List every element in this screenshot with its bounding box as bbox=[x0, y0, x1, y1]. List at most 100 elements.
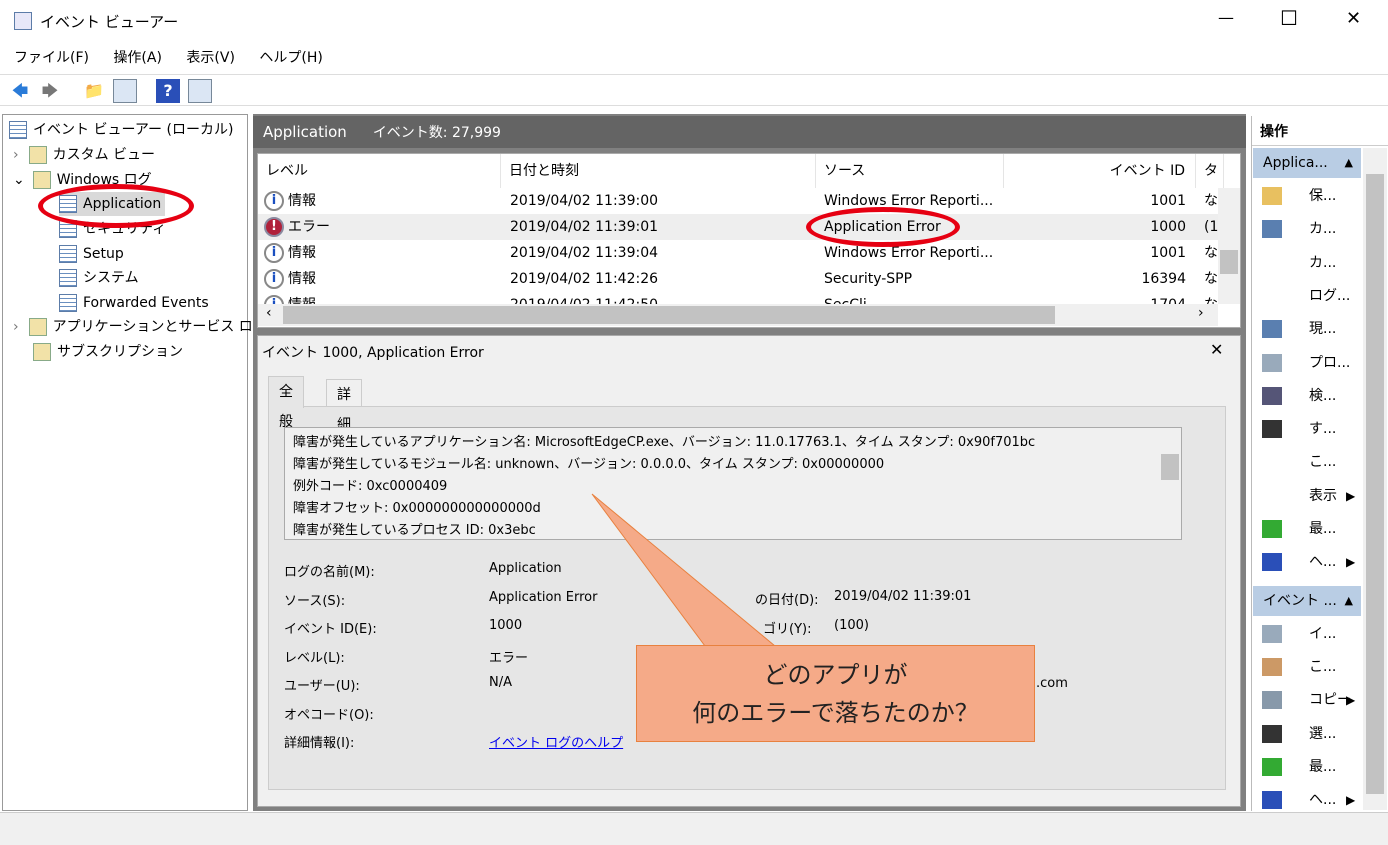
field-label: ログの名前(M): bbox=[284, 565, 375, 580]
action-item[interactable]: コピー ▶ bbox=[1262, 684, 1362, 717]
show-hide-action-icon[interactable] bbox=[188, 79, 212, 103]
menu-view[interactable]: 表示(V) bbox=[186, 50, 235, 66]
tree-item-system[interactable]: システム bbox=[59, 266, 139, 290]
scroll-left-icon[interactable]: ‹ bbox=[266, 305, 272, 321]
action-label: こ... bbox=[1309, 454, 1337, 471]
field-value-date: 2019/04/02 11:39:01 bbox=[834, 589, 972, 604]
tree-item-forwarded-events[interactable]: Forwarded Events bbox=[59, 291, 209, 315]
action-label: 保... bbox=[1309, 188, 1337, 204]
maximize-button[interactable]: ☐ bbox=[1280, 6, 1298, 30]
column-date[interactable]: 日付と時刻 bbox=[501, 154, 816, 188]
action-item[interactable]: カ... bbox=[1262, 213, 1362, 246]
forward-icon[interactable]: 🡆 bbox=[38, 79, 62, 103]
action-item[interactable]: す... bbox=[1262, 413, 1362, 446]
field-label: ユーザー(U): bbox=[284, 679, 360, 694]
tab-general[interactable]: 全般 bbox=[268, 376, 304, 430]
tree-item-custom-views[interactable]: › カスタム ビュー bbox=[13, 143, 155, 167]
expand-icon[interactable]: › bbox=[13, 147, 19, 163]
action-item[interactable]: 表示 ▶ bbox=[1262, 480, 1362, 513]
annotation-callout: どのアプリが 何のエラーで落ちたのか？ bbox=[636, 645, 1035, 742]
event-viewer-icon bbox=[9, 121, 27, 139]
action-item[interactable]: ログ... bbox=[1262, 280, 1362, 313]
up-folder-icon[interactable]: 📁 bbox=[82, 79, 106, 103]
field-value: 1000 bbox=[489, 618, 523, 633]
tree-root[interactable]: イベント ビューアー (ローカル) bbox=[9, 118, 233, 142]
tree-root-label: イベント ビューアー (ローカル) bbox=[33, 122, 234, 138]
minimize-button[interactable]: — bbox=[1218, 8, 1234, 27]
level-text: エラー bbox=[288, 219, 330, 235]
show-hide-tree-icon[interactable] bbox=[113, 79, 137, 103]
info-icon: i bbox=[264, 269, 284, 289]
action-item[interactable]: こ... bbox=[1262, 651, 1362, 684]
collapse-up-icon[interactable]: ▲ bbox=[1345, 586, 1353, 616]
action-item[interactable]: カ... bbox=[1262, 247, 1362, 280]
tree-item-app-service-logs[interactable]: › アプリケーションとサービス ログ bbox=[13, 315, 267, 339]
close-detail-icon[interactable]: ✕ bbox=[1210, 340, 1223, 359]
action-item[interactable]: こ... bbox=[1262, 446, 1362, 479]
log-icon bbox=[59, 294, 77, 312]
action-item[interactable]: ヘ... ▶ bbox=[1262, 546, 1362, 579]
column-event-id[interactable]: イベント ID bbox=[1004, 154, 1196, 188]
action-label: こ... bbox=[1309, 658, 1337, 675]
level-cell: ! エラー bbox=[264, 214, 330, 240]
scroll-thumb[interactable] bbox=[1161, 454, 1179, 480]
task-icon bbox=[1262, 657, 1282, 676]
tree-item-label: システム bbox=[83, 270, 139, 286]
column-level[interactable]: レベル bbox=[258, 154, 501, 188]
event-id-cell: 16394 bbox=[1141, 271, 1186, 287]
scroll-right-icon[interactable]: › bbox=[1198, 305, 1204, 321]
column-task[interactable]: タ bbox=[1196, 154, 1224, 188]
log-name: Application bbox=[263, 123, 347, 141]
menu-help[interactable]: ヘルプ(H) bbox=[259, 50, 322, 66]
table-row[interactable]: i 情報 2019/04/02 11:42:26 Security-SPP 163… bbox=[258, 266, 1218, 292]
menu-file[interactable]: ファイル(F) bbox=[14, 50, 89, 66]
source-cell: Security-SPP bbox=[824, 271, 913, 287]
scroll-thumb[interactable] bbox=[1366, 174, 1384, 794]
tree-item-label: カスタム ビュー bbox=[52, 147, 156, 163]
event-log-help-link[interactable]: イベント ログのヘルプ bbox=[489, 732, 623, 751]
action-label: す... bbox=[1309, 421, 1337, 438]
horizontal-scrollbar[interactable]: ‹ › bbox=[258, 304, 1218, 326]
level-text: 情報 bbox=[288, 245, 316, 261]
expand-icon[interactable]: › bbox=[13, 319, 19, 335]
action-item[interactable]: 検... bbox=[1262, 380, 1362, 413]
menu-action[interactable]: 操作(A) bbox=[113, 50, 162, 66]
callout-pointer bbox=[591, 493, 777, 647]
action-item[interactable]: イ... bbox=[1262, 618, 1362, 651]
task-cell: (1( bbox=[1204, 219, 1218, 235]
field-label: 詳細情報(I): bbox=[284, 736, 355, 751]
collapse-up-icon[interactable]: ▲ bbox=[1345, 148, 1353, 178]
tree-item-label: サブスクリプション bbox=[57, 344, 183, 360]
tab-details[interactable]: 詳細 bbox=[326, 379, 362, 433]
action-item[interactable]: 選... bbox=[1262, 718, 1362, 751]
description-scrollbar[interactable] bbox=[1159, 428, 1181, 539]
action-label: プロ... bbox=[1309, 354, 1351, 371]
level-cell: i情報 bbox=[264, 188, 316, 214]
action-item[interactable]: 現... bbox=[1262, 313, 1362, 346]
table-row[interactable]: i 情報 2019/04/02 11:39:04 Windows Error Re… bbox=[258, 240, 1218, 266]
help-icon[interactable]: ? bbox=[156, 79, 180, 103]
close-button[interactable]: ✕ bbox=[1346, 8, 1361, 29]
actions-section-header[interactable]: イベント ... ▲ bbox=[1253, 585, 1361, 616]
copy-icon bbox=[1262, 691, 1282, 710]
action-label: 検... bbox=[1309, 387, 1337, 404]
action-item[interactable]: 最... bbox=[1262, 751, 1362, 784]
field-label: レベル(L): bbox=[284, 650, 345, 666]
table-row[interactable]: i 情報 2019/04/02 11:39:00 Windows Error Re… bbox=[258, 188, 1218, 214]
table-row[interactable]: ! エラー 2019/04/02 11:39:01 Application Err… bbox=[258, 214, 1218, 240]
app-icon bbox=[14, 12, 32, 30]
submenu-arrow-icon: ▶ bbox=[1346, 555, 1356, 570]
tree-item-subscriptions[interactable]: サブスクリプション bbox=[33, 340, 183, 364]
scroll-thumb[interactable] bbox=[283, 306, 1055, 324]
vertical-scrollbar[interactable] bbox=[1218, 188, 1240, 304]
action-item[interactable]: 最... bbox=[1262, 513, 1362, 546]
tree-item-setup[interactable]: Setup bbox=[59, 242, 124, 266]
actions-section-header[interactable]: Applica... ▲ bbox=[1253, 148, 1361, 178]
scroll-thumb[interactable] bbox=[1220, 250, 1238, 274]
action-item[interactable]: プロ... bbox=[1262, 347, 1362, 380]
actions-scrollbar[interactable] bbox=[1363, 148, 1387, 810]
action-item[interactable]: 保... bbox=[1262, 180, 1362, 213]
column-source[interactable]: ソース bbox=[816, 154, 1004, 188]
collapse-icon[interactable]: ⌄ bbox=[13, 172, 25, 188]
back-icon[interactable]: 🡄 bbox=[8, 79, 32, 103]
